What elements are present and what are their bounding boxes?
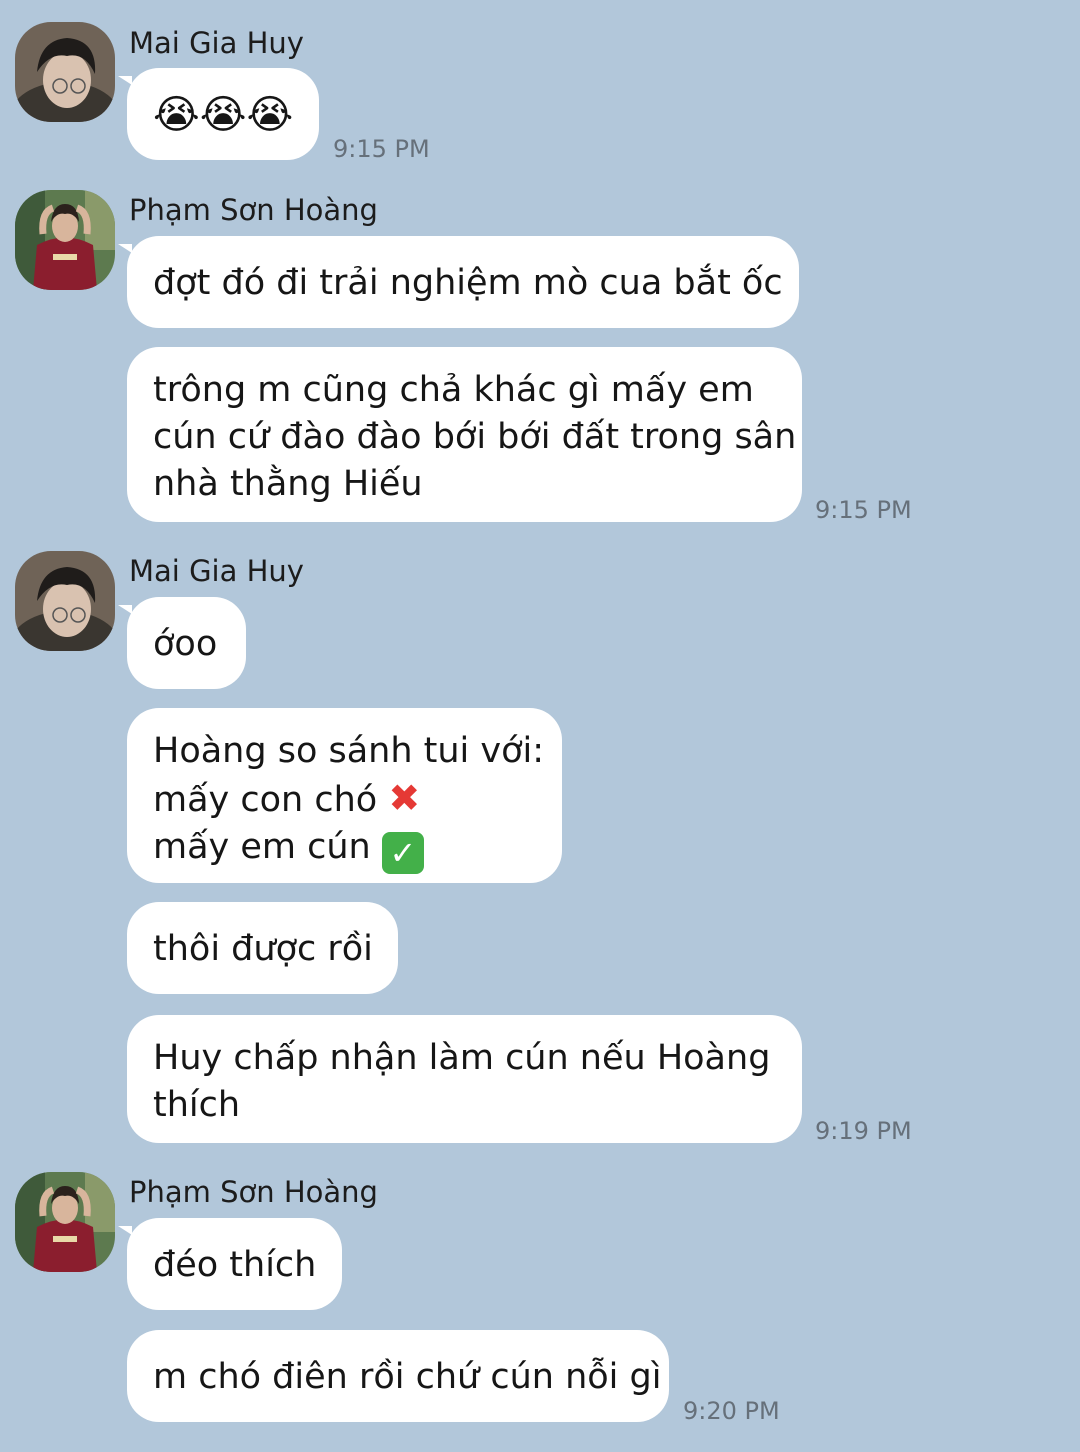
message-text: m chó điên rồi chứ cún nỗi gì xyxy=(153,1357,662,1397)
sender-name: Mai Gia Huy xyxy=(129,26,304,60)
sender-name: Phạm Sơn Hoàng xyxy=(129,193,378,227)
message-bubble[interactable]: trông m cũng chả khác gì mấy em cún cứ đ… xyxy=(127,347,802,522)
message-text: mấy con chó xyxy=(153,780,378,820)
message-bubble[interactable]: Hoàng so sánh tui với: mấy con chó ✖ mấy… xyxy=(127,708,562,883)
message-text: Hoàng so sánh tui với: xyxy=(153,731,545,771)
message-text: trông m cũng chả khác gì mấy em xyxy=(153,370,754,410)
message-bubble[interactable]: ớoo xyxy=(118,597,246,689)
message-line: mấy em cún ✓ xyxy=(153,824,536,874)
sender-name: Phạm Sơn Hoàng xyxy=(129,1175,378,1209)
message-bubble[interactable]: đéo thích xyxy=(118,1218,342,1310)
message-timestamp: 9:19 PM xyxy=(815,1117,912,1145)
avatar-mai-gia-huy[interactable] xyxy=(15,22,115,122)
avatar-pham-son-hoang[interactable] xyxy=(15,190,115,290)
message-bubble[interactable]: thôi được rồi xyxy=(127,902,398,994)
message-text: Huy chấp nhận làm cún nếu Hoàng xyxy=(153,1038,771,1078)
message-text: thích xyxy=(153,1085,241,1125)
message-bubble[interactable]: đợt đó đi trải nghiệm mò cua bắt ốc xyxy=(118,236,799,328)
chat-conversation: Mai Gia Huy 😭😭😭 9:15 PM Phạm Sơn Hoàng đ… xyxy=(0,0,1080,1452)
message-timestamp: 9:20 PM xyxy=(683,1397,780,1425)
message-bubble[interactable]: Huy chấp nhận làm cún nếu Hoàng thích xyxy=(127,1015,802,1143)
message-text: mấy em cún xyxy=(153,827,371,867)
message-text: ớoo xyxy=(153,624,218,664)
message-timestamp: 9:15 PM xyxy=(815,496,912,524)
message-text: đéo thích xyxy=(153,1245,317,1285)
message-line: mấy con chó ✖ xyxy=(153,775,536,824)
message-bubble[interactable]: 😭😭😭 xyxy=(118,68,319,160)
cross-mark-icon: ✖ xyxy=(388,776,421,820)
message-text: 😭😭😭 xyxy=(153,92,294,138)
message-text: thôi được rồi xyxy=(153,929,373,969)
avatar-pham-son-hoang[interactable] xyxy=(15,1172,115,1272)
message-bubble[interactable]: m chó điên rồi chứ cún nỗi gì xyxy=(127,1330,669,1422)
message-text: nhà thằng Hiếu xyxy=(153,464,423,504)
sender-name: Mai Gia Huy xyxy=(129,554,304,588)
avatar-mai-gia-huy[interactable] xyxy=(15,551,115,651)
message-timestamp: 9:15 PM xyxy=(333,135,430,163)
message-text: cún cứ đào đào bới bới đất trong sân xyxy=(153,417,797,457)
check-mark-icon: ✓ xyxy=(381,832,424,874)
message-text: đợt đó đi trải nghiệm mò cua bắt ốc xyxy=(153,263,783,303)
